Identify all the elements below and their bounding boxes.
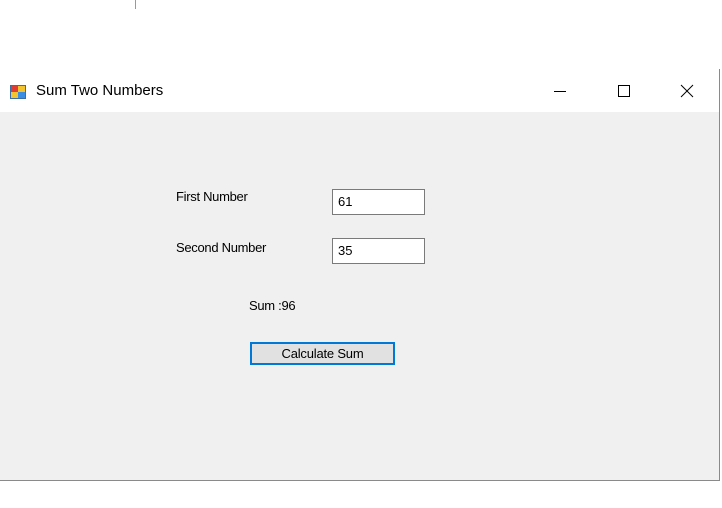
form-client-area: First Number 61 Second Number 35 Sum :96… xyxy=(0,112,719,480)
sum-result-label: Sum :96 xyxy=(249,298,296,313)
calculate-sum-button[interactable]: Calculate Sum xyxy=(250,342,395,365)
desktop: Sum Two Numbers First Number 61 Second N xyxy=(0,0,722,508)
first-number-label: First Number xyxy=(176,189,248,204)
maximize-button[interactable] xyxy=(601,69,647,112)
close-button[interactable] xyxy=(664,69,710,112)
second-number-label: Second Number xyxy=(176,240,267,255)
text-cursor-mark xyxy=(135,0,136,9)
first-number-input[interactable]: 61 xyxy=(332,189,425,215)
window-title: Sum Two Numbers xyxy=(36,82,164,99)
maximize-icon xyxy=(618,84,630,97)
app-window: Sum Two Numbers First Number 61 Second N xyxy=(0,69,720,481)
minimize-button[interactable] xyxy=(537,69,583,112)
second-number-input[interactable]: 35 xyxy=(332,238,425,264)
minimize-icon xyxy=(554,85,566,97)
app-icon xyxy=(10,84,26,100)
close-icon xyxy=(680,84,694,98)
title-bar[interactable]: Sum Two Numbers xyxy=(0,69,719,112)
